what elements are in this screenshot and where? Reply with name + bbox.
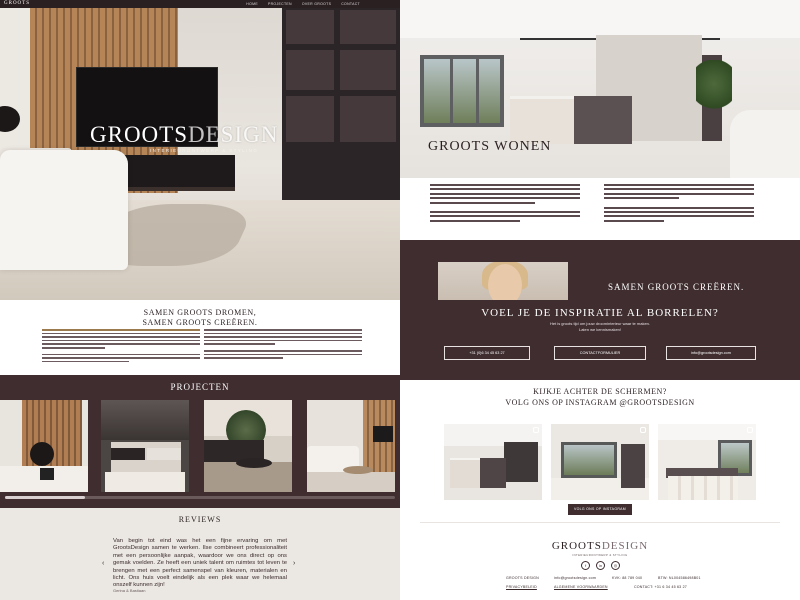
instagram-icon[interactable]: ◎ — [611, 561, 620, 570]
main-nav: HOME PROJECTEN OVER GROOTS CONTACT — [246, 0, 360, 8]
samen-title: SAMEN GROOTS DROMEN, SAMEN GROOTS CREËRE… — [142, 308, 258, 327]
footer-kvk: KVK: 88 789 040 — [612, 576, 643, 580]
nav-contact[interactable]: CONTACT — [341, 0, 360, 8]
hero-logo: GROOTSDESIGN — [90, 122, 279, 147]
review-author: Gerina & Bastiaan — [113, 588, 146, 593]
projects-scrollbar-thumb[interactable] — [5, 496, 85, 499]
groots-wonen-section: GROOTS WONEN SAMEN GROOTS CREËREN. — [400, 0, 800, 300]
contactform-button[interactable]: CONTACTFORMULIER — [554, 346, 646, 360]
project-card-3[interactable] — [204, 400, 292, 492]
nav-home[interactable]: HOME — [246, 0, 258, 8]
nav-projecten[interactable]: PROJECTEN — [268, 0, 292, 8]
project-card-2[interactable] — [101, 400, 189, 492]
instagram-post-3[interactable] — [658, 424, 756, 500]
inspiratie-section: VOEL JE DE INSPIRATIE AL BORRELEN? Het i… — [400, 300, 800, 380]
instagram-icon — [640, 427, 646, 433]
projecten-title: PROJECTEN — [170, 382, 230, 392]
reviews-title: REVIEWS — [178, 515, 222, 524]
reviews-section: REVIEWS ‹ Van begin tot eind was het een… — [0, 508, 400, 600]
review-prev-button[interactable]: ‹ — [102, 560, 104, 567]
footer-company: GROOTS DESIGN — [506, 576, 539, 580]
projecten-section: PROJECTEN — [0, 375, 400, 508]
samen-groots-section: SAMEN GROOTS DROMEN, SAMEN GROOTS CREËRE… — [0, 300, 400, 375]
linkedin-icon[interactable]: in — [596, 561, 605, 570]
instagram-section: KIJKJE ACHTER DE SCHERMEN? VOLG ONS OP I… — [400, 380, 800, 600]
groots-wonen-title: GROOTS WONEN — [428, 139, 552, 154]
hero-tagline: INTERIEURONTWERP & STYLING — [150, 148, 259, 153]
instagram-icon — [533, 427, 539, 433]
wonen-text-col-2 — [604, 184, 754, 224]
footer-email-link[interactable]: info@grootsdesign.com — [554, 576, 596, 580]
portrait-photo — [438, 262, 568, 300]
phone-button[interactable]: +31 (0)6 34 45 63 27 — [444, 346, 530, 360]
top-navbar: GROOTS HOME PROJECTEN OVER GROOTS CONTAC… — [0, 0, 400, 8]
email-button[interactable]: info@grootsdesign.com — [666, 346, 756, 360]
instagram-post-2[interactable] — [551, 424, 649, 500]
samen-text-col-2 — [204, 329, 362, 361]
instagram-title: KIJKJE ACHTER DE SCHERMEN? VOLG ONS OP I… — [505, 387, 695, 407]
terms-link[interactable]: ALGEMENE VOORWAARDEN — [554, 585, 608, 589]
instagram-post-1[interactable] — [444, 424, 542, 500]
hero-section: GROOTS HOME PROJECTEN OVER GROOTS CONTAC… — [0, 0, 400, 300]
project-card-4[interactable] — [307, 400, 395, 492]
footer-phone[interactable]: CONTACT: +31 6 34 45 63 27 — [634, 585, 687, 589]
sofa-image — [0, 150, 128, 270]
samen-text-col-1 — [42, 329, 200, 364]
project-card-1[interactable] — [0, 400, 88, 492]
footer-btw: BTW: NL004586498B01 — [658, 576, 701, 580]
shelf-unit-image — [282, 6, 400, 216]
privacy-link[interactable]: PRIVACYBELEID — [506, 585, 537, 589]
instagram-icon — [747, 427, 753, 433]
inspiratie-sub-2: Laten we kennismaken! — [578, 327, 622, 332]
footer-logo[interactable]: GROOTSDESIGN — [550, 540, 650, 552]
footer-tagline: INTERIEURONTWERP & STYLING — [572, 553, 628, 557]
inspiratie-title: VOEL JE DE INSPIRATIE AL BORRELEN? — [481, 307, 719, 319]
review-text: Van begin tot eind was het een fijne erv… — [113, 538, 287, 589]
nav-over-groots[interactable]: OVER GROOTS — [302, 0, 331, 8]
follow-instagram-button[interactable]: VOLG ONS OP INSTAGRAM — [568, 504, 632, 515]
team-title: SAMEN GROOTS CREËREN. — [608, 282, 745, 292]
navbar-logo[interactable]: GROOTS — [4, 0, 30, 8]
wonen-text-col-1 — [430, 184, 580, 224]
facebook-icon[interactable]: f — [581, 561, 590, 570]
review-next-button[interactable]: › — [293, 560, 295, 567]
inspiratie-sub-1: Het is groots tijd om jouw droominterieu… — [549, 321, 651, 326]
